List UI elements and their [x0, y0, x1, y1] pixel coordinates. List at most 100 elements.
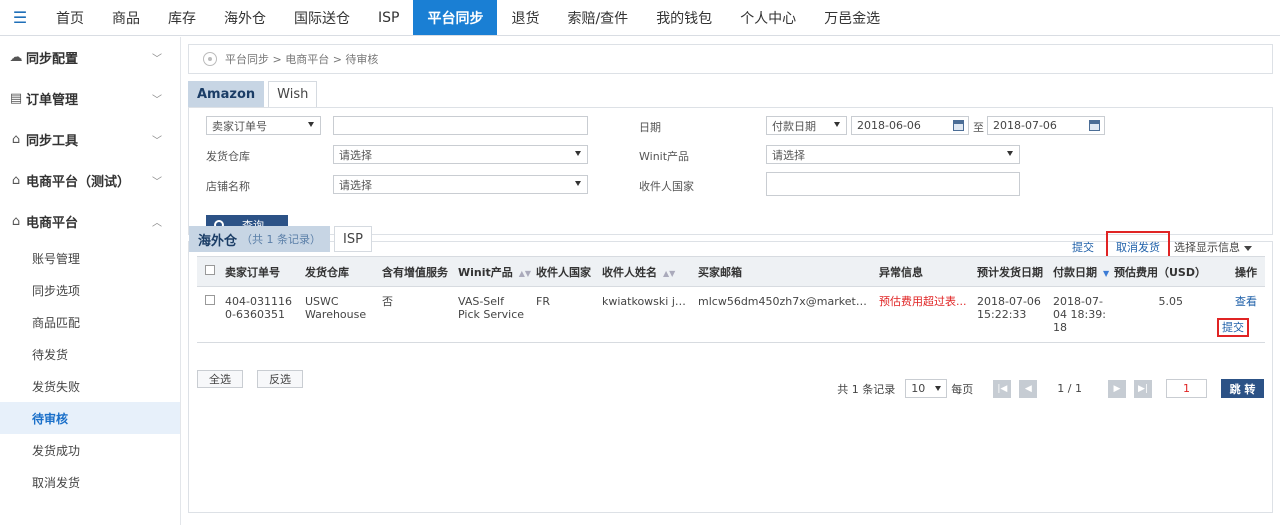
store-icon: ⌂: [11, 173, 21, 188]
caret-down-icon: [308, 122, 314, 127]
product-select[interactable]: 请选择: [766, 145, 1020, 164]
sort-icon: ▲▼: [518, 268, 532, 278]
chevron-up-icon: ︿: [152, 218, 162, 229]
store-select[interactable]: 请选择: [333, 175, 588, 194]
date-type-value: 付款日期: [772, 119, 816, 133]
tab-overseas-warehouse[interactable]: 海外仓 （共 1 条记录）: [189, 226, 331, 252]
nav-item-8[interactable]: 索赔/查件: [553, 0, 642, 35]
date-to-input[interactable]: 2018-07-06: [987, 116, 1105, 135]
record-count: （共 1 条记录）: [241, 233, 322, 246]
date-to-value: 2018-07-06: [993, 119, 1057, 132]
nav-item-7[interactable]: 退货: [497, 0, 553, 35]
first-page-icon[interactable]: |◀: [993, 379, 1012, 398]
calendar-icon[interactable]: [953, 120, 964, 131]
view-link[interactable]: 查看: [1199, 295, 1265, 308]
caret-down-icon: [834, 122, 840, 127]
col-fee: 预估费用（USD）: [1106, 256, 1206, 287]
col-value-added: 含有增值服务: [374, 256, 450, 287]
cell-value-added: 否: [374, 286, 450, 343]
jump-button[interactable]: 跳 转: [1221, 379, 1264, 398]
select-all-button[interactable]: 全选: [197, 370, 243, 388]
row-select-cell: [197, 286, 217, 343]
date-from-value: 2018-06-06: [857, 119, 921, 132]
select-all-header: [197, 256, 217, 287]
page-number-input[interactable]: 1: [1166, 379, 1207, 398]
nav-item-0[interactable]: 首页: [42, 0, 98, 35]
nav-item-11[interactable]: 万邑金选: [810, 0, 894, 35]
nav-item-2[interactable]: 库存: [154, 0, 210, 35]
menu-toggle-icon[interactable]: ☰: [0, 0, 40, 35]
cell-product: VAS-Self Pick Service: [450, 286, 528, 343]
row-checkbox[interactable]: [205, 295, 215, 305]
sidebar-group-label: 同步工具: [26, 134, 79, 149]
tab-wish[interactable]: Wish: [268, 81, 318, 107]
chevron-down-icon: ﹀: [152, 95, 162, 106]
sidebar-sub-item-6[interactable]: 发货成功: [0, 434, 180, 466]
invert-selection-button[interactable]: 反选: [257, 370, 303, 388]
sidebar-group-ecommerce[interactable]: ⌂ 电商平台 ︿: [0, 201, 180, 242]
sidebar-group-order-management[interactable]: ▤ 订单管理 ﹀: [0, 78, 180, 119]
error-message[interactable]: 预估费用超过表...: [879, 295, 969, 308]
prev-page-icon[interactable]: ◀: [1019, 379, 1038, 398]
header-checkbox[interactable]: [205, 265, 215, 275]
filter-panel: 卖家订单号 发货仓库 请选择 店铺名称 请选择 日期 付款日期 2018-06-…: [188, 107, 1273, 235]
col-pay-date[interactable]: 付款日期 ▼: [1045, 256, 1110, 287]
sort-desc-icon: ▼: [1103, 268, 1110, 278]
date-from-input[interactable]: 2018-06-06: [851, 116, 969, 135]
cell-order-no: 404-0311160-6360351: [217, 286, 297, 343]
next-page-icon[interactable]: ▶: [1108, 379, 1126, 398]
sidebar-sub-item-0[interactable]: 账号管理: [0, 242, 180, 274]
tab-label: ISP: [343, 231, 363, 247]
sidebar: ☁ 同步配置 ﹀ ▤ 订单管理 ﹀ ⌂ 同步工具 ﹀ ⌂ 电商平台（测试） ﹀ …: [0, 37, 181, 525]
sidebar-sub-items: 账号管理 同步选项 商品匹配 待发货 发货失败 待审核 发货成功 取消发货: [0, 242, 180, 498]
sidebar-sub-item-1[interactable]: 同步选项: [0, 274, 180, 306]
col-warehouse: 发货仓库: [297, 256, 374, 287]
row-submit-link[interactable]: 提交: [1217, 318, 1249, 337]
country-input[interactable]: [766, 172, 1020, 196]
nav-item-5[interactable]: ISP: [364, 0, 413, 35]
nav-item-1[interactable]: 商品: [98, 0, 154, 35]
choose-display-dropdown[interactable]: 选择显示信息: [1174, 239, 1252, 255]
cloud-sync-icon: ☁: [9, 50, 23, 65]
nav-item-9[interactable]: 我的钱包: [642, 0, 726, 35]
col-ship-date: 预计发货日期: [969, 256, 1045, 287]
chevron-down-icon: ﹀: [152, 54, 162, 65]
calendar-icon[interactable]: [1089, 120, 1100, 131]
caret-down-icon: [1007, 151, 1013, 156]
cell-warehouse: USWC Warehouse: [297, 286, 374, 343]
sidebar-group-ecommerce-test[interactable]: ⌂ 电商平台（测试） ﹀: [0, 160, 180, 201]
submit-link[interactable]: 提交: [1072, 239, 1094, 255]
last-page-icon[interactable]: ▶|: [1134, 379, 1152, 398]
sidebar-sub-item-3[interactable]: 待发货: [0, 338, 180, 370]
nav-item-3[interactable]: 海外仓: [210, 0, 280, 35]
caret-down-icon: [575, 151, 581, 156]
nav-item-6[interactable]: 平台同步: [413, 0, 498, 35]
tab-isp[interactable]: ISP: [334, 226, 372, 252]
platform-tabs: Amazon Wish: [188, 81, 1273, 107]
chevron-down-icon: ﹀: [152, 177, 162, 188]
col-name[interactable]: 收件人姓名 ▲▼: [594, 256, 690, 287]
nav-item-10[interactable]: 个人中心: [726, 0, 810, 35]
sidebar-sub-item-5[interactable]: 待审核: [0, 402, 180, 434]
col-label: 付款日期: [1053, 265, 1097, 279]
col-order-no: 卖家订单号: [217, 256, 297, 287]
date-type-select[interactable]: 付款日期: [766, 116, 847, 135]
sidebar-sub-item-2[interactable]: 商品匹配: [0, 306, 180, 338]
sidebar-sub-item-7[interactable]: 取消发货: [0, 466, 180, 498]
result-panel: 海外仓 （共 1 条记录） ISP 提交 取消发货 选择显示信息 卖家订单号 发…: [188, 226, 1273, 513]
store-icon: ⌂: [11, 214, 21, 229]
sidebar-group-sync-tools[interactable]: ⌂ 同步工具 ﹀: [0, 119, 180, 160]
warehouse-select[interactable]: 请选择: [333, 145, 588, 164]
nav-item-4[interactable]: 国际送仓: [280, 0, 364, 35]
col-email: 买家邮箱: [690, 256, 871, 287]
cell-email: mlcw56dm450zh7x@marketplac...: [690, 286, 871, 343]
per-page-label: 每页: [951, 382, 974, 396]
sidebar-group-sync-config[interactable]: ☁ 同步配置 ﹀: [0, 37, 180, 78]
country-label: 收件人国家: [639, 180, 694, 193]
order-number-input[interactable]: [333, 116, 588, 135]
page-size-select[interactable]: 10: [905, 379, 948, 398]
tab-amazon[interactable]: Amazon: [188, 81, 265, 107]
sidebar-sub-item-4[interactable]: 发货失败: [0, 370, 180, 402]
order-type-select[interactable]: 卖家订单号: [206, 116, 321, 135]
col-product[interactable]: Winit产品 ▲▼: [450, 256, 532, 287]
